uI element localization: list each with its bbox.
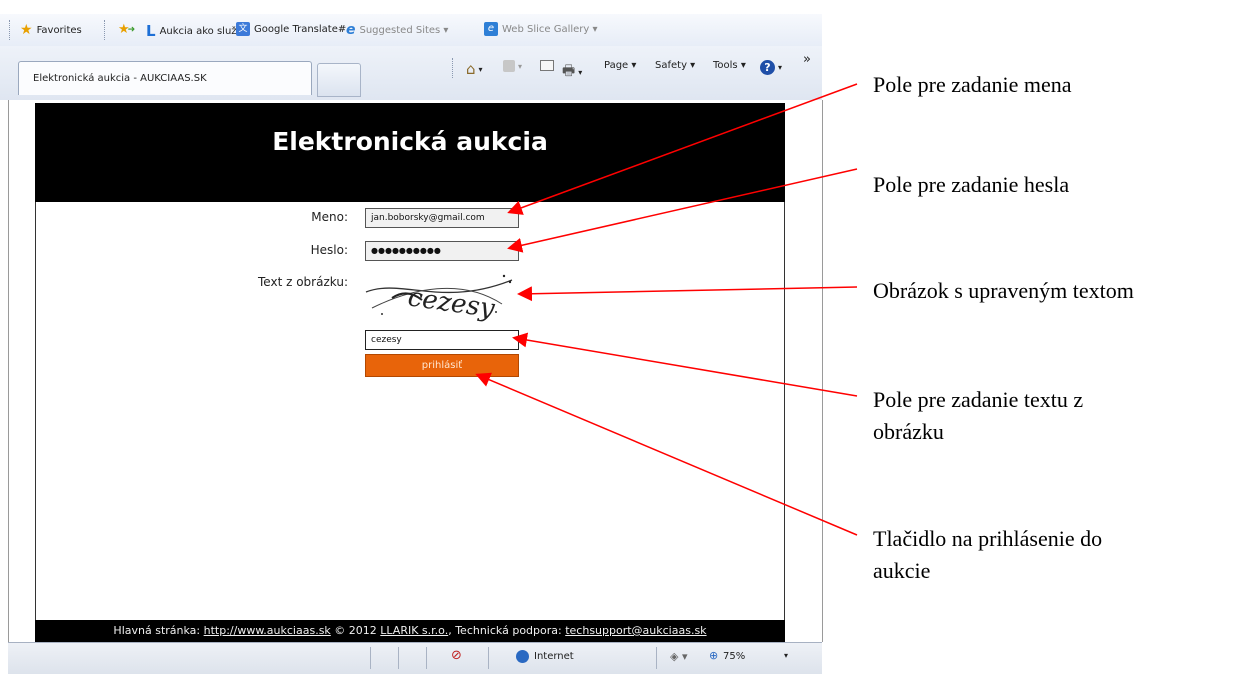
browser-window: ★ Favorites ★ ➜ L Aukcia ako služba 文 Go… (0, 0, 823, 674)
help-button[interactable]: ? ▾ (760, 60, 782, 75)
status-divider (426, 647, 427, 669)
captcha-label: Text z obrázku: (258, 275, 348, 289)
favorite-web-slice-gallery[interactable]: e Web Slice Gallery ▾ (484, 22, 598, 36)
site-footer: Hlavná stránka: http://www.aukciaas.sk ©… (35, 620, 785, 642)
feeds-button[interactable]: ▾ (503, 60, 522, 72)
printer-icon: 🖶 (562, 63, 576, 79)
protected-mode-icon[interactable]: ⊘ (451, 648, 462, 663)
callout-name-field: Pole pre zadanie mena (873, 72, 1072, 97)
site-title: Elektronická aukcia (272, 127, 548, 156)
tools-menu[interactable]: Tools ▾ (713, 60, 746, 71)
status-bar: ⊘ Internet ◈ ▾ ⊕ 75% ▾ (8, 642, 822, 674)
callout-login-button-line2: aukcie (873, 558, 931, 583)
chevron-more-icon: » (803, 52, 811, 67)
tab-aukcia[interactable]: Elektronická aukcia - AUKCIAAS.SK (18, 61, 312, 95)
login-button[interactable]: prihlásiť (365, 354, 519, 377)
help-icon: ? (760, 60, 775, 75)
dropdown-arrow-icon: ▾ (478, 64, 483, 74)
dropdown-arrow-icon: ▾ (578, 67, 583, 77)
footer-home-link[interactable]: http://www.aukciaas.sk (204, 624, 331, 637)
login-panel (35, 202, 785, 620)
home-icon: ⌂ (466, 60, 476, 78)
footer-copyright: © 2012 (334, 624, 377, 637)
name-label: Meno: (311, 210, 348, 224)
l-logo-icon: L (146, 22, 156, 40)
zone-label: Internet (534, 651, 574, 662)
zoom-dropdown-icon[interactable]: ▾ (784, 651, 788, 660)
callout-login-button: Tlačidlo na prihlásenie do aukcie (873, 523, 1102, 587)
tools-menu-label: Tools ▾ (713, 60, 746, 71)
status-divider (398, 647, 399, 669)
green-arrow-icon: ➜ (127, 24, 136, 35)
toolbar-grip (104, 20, 108, 40)
callout-captcha-field-line2: obrázku (873, 419, 944, 444)
callout-captcha-image: Obrázok s upraveným textom (873, 278, 1134, 303)
safety-menu-label: Safety ▾ (655, 60, 696, 71)
favorite-suggested-sites[interactable]: e Suggested Sites ▾ (346, 22, 448, 38)
site-header: Elektronická aukcia (35, 103, 785, 202)
translate-icon: 文 (236, 22, 250, 36)
home-button[interactable]: ⌂ ▾ (466, 60, 483, 78)
print-button[interactable]: 🖶 ▾ (562, 60, 582, 84)
dropdown-arrow-icon: ▾ (518, 61, 523, 71)
star-icon: ★ (20, 22, 33, 38)
status-divider (488, 647, 489, 669)
favorite-link-google-translate[interactable]: 文 Google Translate# (236, 22, 346, 36)
captcha-image: cezesy (362, 268, 522, 326)
footer-support-label: Technická podpora: (455, 624, 562, 637)
tab-title: Elektronická aukcia - AUKCIAAS.SK (33, 73, 207, 84)
zoom-icon: ⊕ (709, 649, 719, 662)
web-slice-icon: e (484, 22, 498, 36)
mail-icon (540, 60, 554, 71)
tab-row: Elektronická aukcia - AUKCIAAS.SK ⌂ ▾ ▾ 🖶… (0, 46, 822, 100)
captcha-input[interactable]: cezesy (365, 330, 519, 350)
favorite-link-aukcia[interactable]: L Aukcia ako služba (146, 22, 249, 40)
favorites-button[interactable]: ★ Favorites (20, 22, 82, 38)
favorite-label: Web Slice Gallery ▾ (502, 23, 598, 35)
security-icon[interactable]: ◈ ▾ (670, 650, 687, 663)
add-favorite-button[interactable]: ★ ➜ (118, 22, 135, 37)
ie-logo-icon: e (346, 22, 356, 38)
status-divider (656, 647, 657, 669)
favorites-bar: ★ Favorites ★ ➜ L Aukcia ako služba 文 Go… (0, 14, 822, 47)
name-field[interactable]: jan.boborsky@gmail.com (365, 208, 519, 228)
chevron-more-button[interactable]: » (803, 52, 811, 67)
dropdown-arrow-icon: ▾ (778, 63, 783, 72)
status-divider (370, 647, 371, 669)
callout-login-button-line1: Tlačidlo na prihlásenie do (873, 526, 1103, 551)
favorites-label: Favorites (36, 24, 82, 36)
rss-icon (503, 60, 515, 72)
zoom-level[interactable]: 75% (723, 651, 745, 662)
toolbar-grip (9, 20, 13, 40)
footer-support-email[interactable]: techsupport@aukciaas.sk (565, 624, 706, 637)
toolbar-grip (452, 58, 456, 78)
favorite-label: Google Translate# (254, 23, 347, 35)
page-menu-label: Page ▾ (604, 60, 637, 71)
callout-password-field: Pole pre zadanie hesla (873, 172, 1070, 197)
footer-company-link[interactable]: LLARIK s.r.o. (380, 624, 448, 637)
globe-icon (516, 650, 529, 663)
safety-menu[interactable]: Safety ▾ (655, 60, 695, 71)
callout-captcha-field-line1: Pole pre zadanie textu z (873, 387, 1084, 412)
footer-home-label: Hlavná stránka: (113, 624, 201, 637)
callout-captcha-field: Pole pre zadanie textu z obrázku (873, 384, 1083, 448)
favorite-label[interactable]: Suggested Sites ▾ (360, 25, 449, 36)
new-tab-button[interactable] (317, 63, 361, 97)
password-label: Heslo: (310, 243, 348, 257)
password-field[interactable]: ●●●●●●●●●● (365, 241, 519, 261)
footer-separator: , (448, 624, 452, 637)
page-menu[interactable]: Page ▾ (604, 60, 636, 71)
read-mail-button[interactable] (540, 60, 554, 71)
